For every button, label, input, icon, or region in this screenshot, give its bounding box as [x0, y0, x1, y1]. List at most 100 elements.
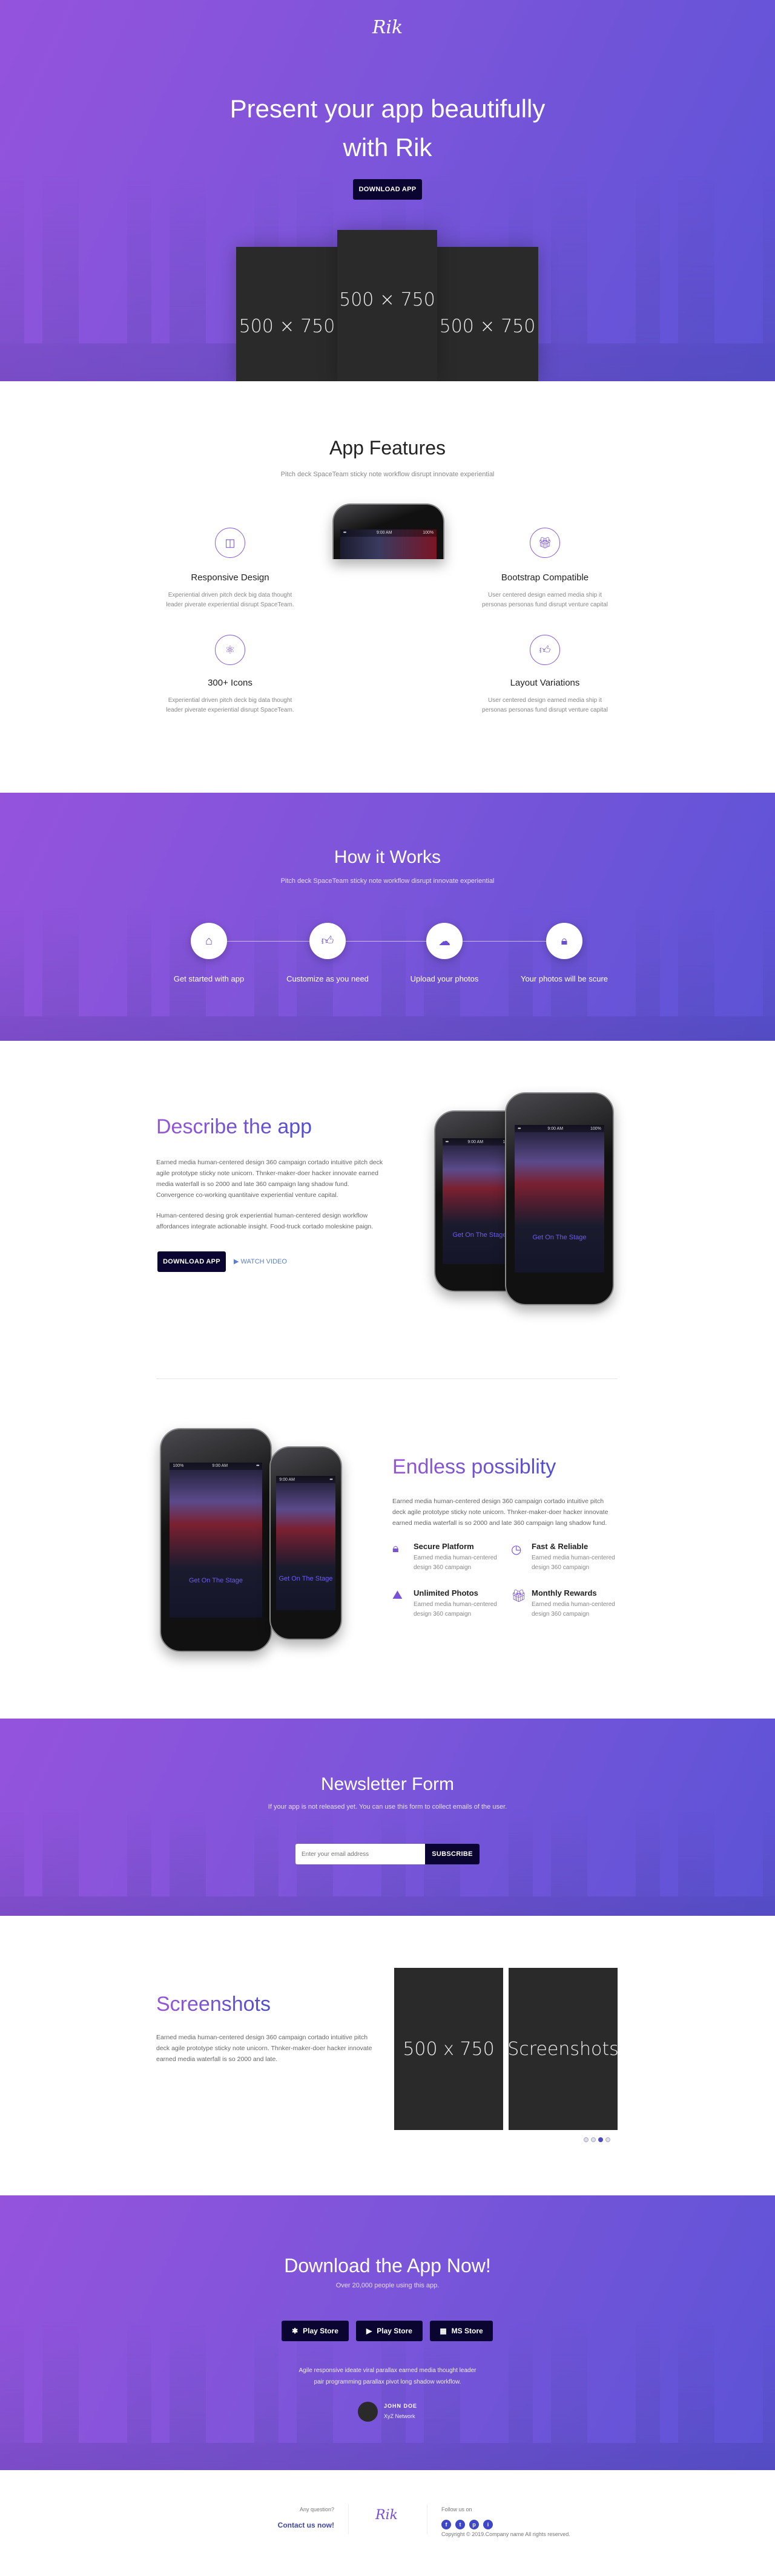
email-input[interactable] [295, 1844, 425, 1864]
step-label: Your photos will be scure [520, 974, 608, 983]
watch-video-label: WATCH VIDEO [240, 1258, 287, 1265]
screenshot-slide: 500 x 750 [394, 1968, 503, 2130]
phone-caption: Get On The Stage [279, 1575, 333, 1583]
lock-icon: 🔒︎ [546, 923, 582, 959]
placeholder-image: 500 × 750 [337, 230, 437, 381]
signal-icon: ••• [343, 531, 346, 535]
watch-video-link[interactable]: ▶︎ WATCH VIDEO [234, 1257, 287, 1265]
phone-mockup: 9:00 AM ••• Get On The Stage [269, 1446, 342, 1640]
phone-status-bar: ••• 9:00 AM 100% [340, 529, 437, 537]
phone-mockup: ••• 9:00 AM 100% [332, 503, 444, 559]
describe-paragraph: Human-centered desing grok experiential … [156, 1212, 374, 1230]
twitter-icon[interactable]: t [455, 2520, 465, 2529]
subscribe-button[interactable]: SUBSCRIBE [425, 1844, 480, 1864]
feature-title: Monthly Rewards [532, 1588, 597, 1598]
phone-time: 9:00 AM [212, 1464, 228, 1469]
store-label: MS Store [451, 2327, 483, 2335]
feature-desc: Earned media human-centered design 360 c… [532, 1601, 615, 1617]
feature-title: Secure Platform [414, 1542, 474, 1551]
phone-status-bar: 100% 9:00 AM ••• [170, 1462, 262, 1470]
facebook-icon[interactable]: f [441, 2520, 451, 2529]
endless-paragraph: Earned media human-centered design 360 c… [392, 1498, 608, 1527]
section-title: Newsletter Form [320, 1774, 455, 1794]
image-icon: ⛰ [392, 1588, 403, 1602]
screenshots-paragraph: Earned media human-centered design 360 c… [156, 2034, 372, 2063]
section-subtitle: Pitch deck SpaceTeam sticky note workflo… [280, 471, 495, 478]
section-subtitle: Over 20,000 people using this app. [335, 2282, 440, 2289]
signal-icon: ••• [518, 1126, 521, 1131]
app-store-icon: ✱ [292, 2327, 298, 2335]
play-circle-icon: ▶︎ [234, 1258, 241, 1265]
phone-time: 9:00 AM [467, 1139, 484, 1144]
home-icon: ⌂ [191, 923, 227, 959]
signal-icon: ••• [445, 1139, 449, 1144]
play-store-icon: ▶︎ [366, 2327, 372, 2335]
download-section: Download the App Now! Over 20,000 people… [0, 2195, 775, 2470]
footer-divider [348, 2504, 349, 2534]
hero-section: Rik Present your app beautifully with Ri… [0, 0, 775, 381]
phone-mockup: 100% 9:00 AM ••• Get On The Stage [160, 1428, 272, 1652]
pinterest-icon[interactable]: p [469, 2520, 479, 2529]
social-links: f t p i [441, 2520, 493, 2529]
lock-icon: 🔒︎ [392, 1542, 399, 1555]
phone-caption: Get On The Stage [188, 1577, 243, 1585]
download-app-button[interactable]: DOWNLOAD APP [353, 179, 422, 200]
phone-time: 9:00 AM [547, 1126, 564, 1131]
feature-title: Layout Variations [510, 678, 580, 688]
avatar [358, 2402, 378, 2422]
logo[interactable]: Rik [0, 17, 775, 38]
screenshots-section: Screenshots Earned media human-centered … [0, 1916, 775, 2195]
feature-desc: Experiential driven pitch deck big data … [166, 592, 294, 608]
contact-link[interactable]: Contact us now! [242, 2521, 334, 2529]
city-background [0, 904, 775, 1041]
atom-icon: ⚛ [215, 635, 245, 665]
download-app-button[interactable]: DOWNLOAD APP [157, 1251, 226, 1272]
map-icon: ◫ [215, 528, 245, 558]
phone-time: 9:00 AM [376, 531, 392, 535]
footer: Any question? Contact us now! Rik Follow… [0, 2470, 775, 2576]
step-label: Customize as you need [286, 974, 369, 983]
feature-desc: Experiential driven pitch deck big data … [166, 697, 294, 713]
copyright: Copyright © 2019.Company name All rights… [441, 2531, 570, 2537]
carousel-dot[interactable] [584, 2137, 589, 2142]
phone-battery: 100% [173, 1464, 184, 1469]
newsletter-section: Newsletter Form If your app is not relea… [0, 1719, 775, 1916]
feature-desc: Earned media human-centered design 360 c… [414, 1601, 497, 1617]
phone-battery: 100% [423, 531, 434, 535]
clock-icon: ◷ [511, 1543, 522, 1556]
instagram-icon[interactable]: i [483, 2520, 493, 2529]
thumbs-up-icon: 👍︎ [530, 635, 560, 665]
store-label: Play Store [303, 2327, 338, 2335]
testimonial-quote: Agile responsive ideate viral parallax e… [298, 2367, 477, 2385]
gift-icon: 🎁︎ [530, 528, 560, 558]
carousel-dot[interactable] [605, 2137, 610, 2142]
steps-connector-line [209, 941, 564, 942]
phone-time: 9:00 AM [279, 1477, 295, 1482]
windows-icon: ▦ [440, 2327, 447, 2335]
section-title: Endless possiblity [392, 1455, 556, 1478]
city-background [0, 2319, 775, 2470]
feature-title: Responsive Design [191, 572, 269, 583]
footer-logo[interactable]: Rik [375, 2508, 398, 2523]
phone-battery: 100% [590, 1126, 601, 1131]
section-divider [156, 1378, 618, 1379]
app-store-button[interactable]: ✱ Play Store [282, 2321, 349, 2341]
ms-store-button[interactable]: ▦ MS Store [430, 2321, 493, 2341]
feature-title: Fast & Reliable [532, 1542, 589, 1551]
gift-icon: 🎁︎ [511, 1590, 527, 1603]
section-title: App Features [329, 437, 446, 459]
step-label: Get started with app [173, 974, 245, 983]
feature-title: Unlimited Photos [414, 1588, 478, 1598]
hero-title-line2: with Rik [343, 133, 432, 162]
question-label: Any question? [299, 2506, 334, 2512]
carousel-dot[interactable] [591, 2137, 596, 2142]
phone-mockup: ••• 9:00 AM 100% Get On The Stage [505, 1092, 614, 1305]
endless-section: 100% 9:00 AM ••• Get On The Stage 9:00 AM •… [0, 1380, 775, 1719]
feature-desc: Earned media human-centered design 360 c… [532, 1555, 615, 1571]
play-store-button[interactable]: ▶︎ Play Store [356, 2321, 423, 2341]
section-title: Download the App Now! [284, 2255, 491, 2276]
carousel-dot-active[interactable] [598, 2137, 603, 2142]
describe-paragraph: Earned media human-centered design 360 c… [156, 1159, 383, 1199]
how-it-works-section: How it Works Pitch deck SpaceTeam sticky… [0, 793, 775, 1041]
section-title: Screenshots [156, 1993, 271, 2016]
